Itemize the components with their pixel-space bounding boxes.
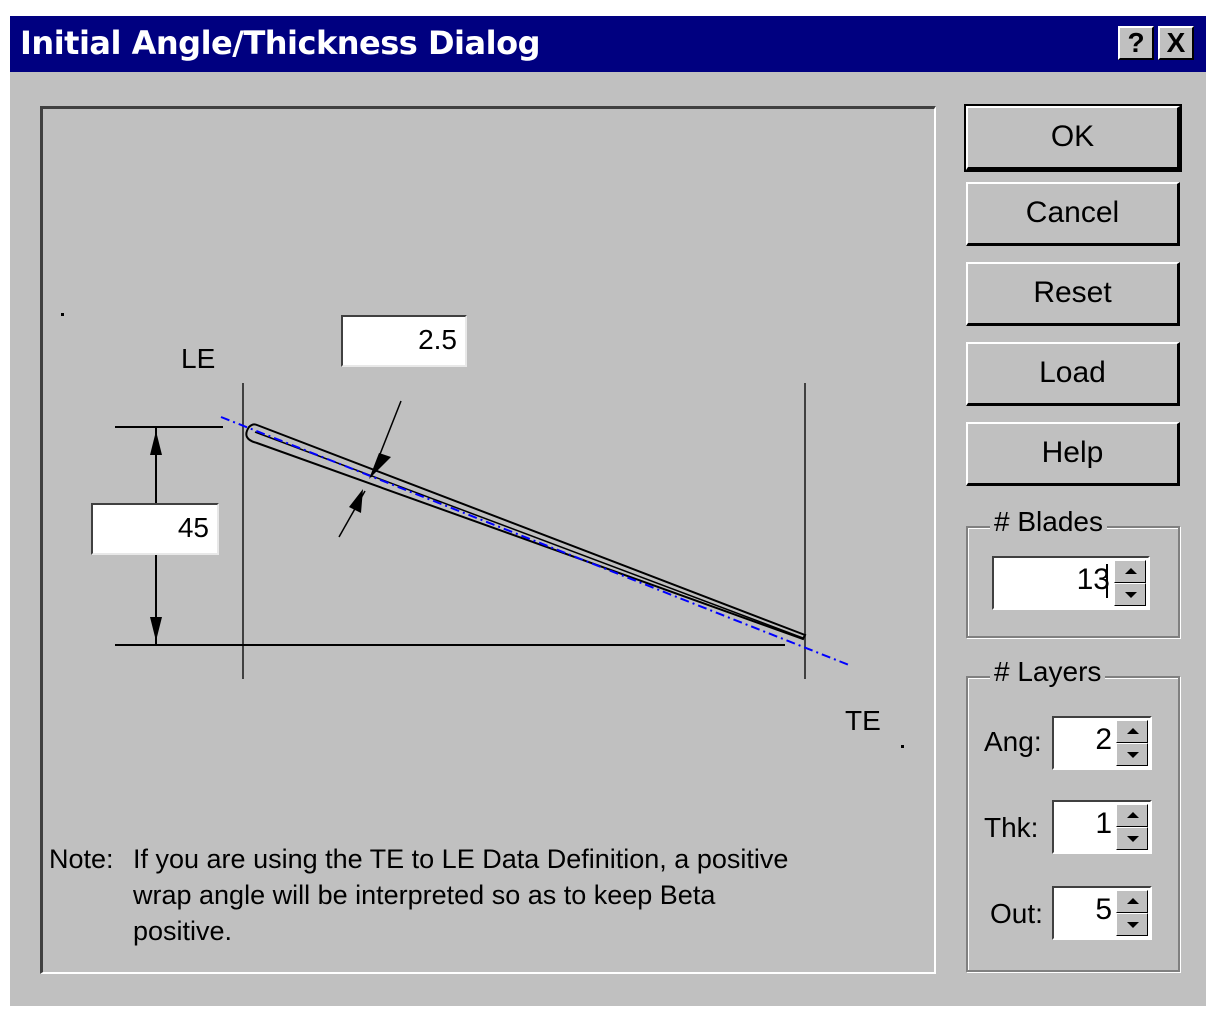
dialog-title: Initial Angle/Thickness Dialog [20, 24, 540, 62]
title-bar[interactable]: Initial Angle/Thickness Dialog ? X [10, 16, 1206, 72]
up-arrow-icon [150, 431, 162, 455]
thk-decrement-button[interactable] [1116, 827, 1148, 850]
ang-spinner-arrows [1116, 720, 1148, 766]
out-increment-button[interactable] [1116, 890, 1148, 913]
layers-group: # Layers Ang: 2 Thk: 1 Out: 5 [966, 656, 1180, 972]
ok-button[interactable]: OK [964, 104, 1182, 172]
out-spinner[interactable]: 5 [1052, 886, 1152, 940]
out-label: Out: [990, 898, 1043, 929]
down-arrow-icon [150, 617, 162, 641]
down-arrow-icon [1125, 591, 1137, 598]
thickness-input[interactable]: 2.5 [341, 315, 467, 367]
note-line-3: positive. [133, 916, 233, 946]
blade-inner-line [254, 431, 804, 639]
down-arrow-icon [1127, 751, 1139, 758]
blades-spinner[interactable]: 13 [992, 556, 1150, 610]
blades-increment-button[interactable] [1114, 560, 1146, 583]
cancel-button[interactable]: Cancel [966, 182, 1180, 246]
up-arrow-icon [349, 489, 363, 513]
up-arrow-icon [1127, 811, 1139, 818]
out-value[interactable]: 5 [1095, 888, 1112, 932]
te-label: TE [845, 705, 881, 736]
thk-increment-button[interactable] [1116, 804, 1148, 827]
note-line-2: wrap angle will be interpreted so as to … [133, 880, 716, 910]
note-text: Note: If you are using the TE to LE Data … [49, 841, 909, 949]
reset-button[interactable]: Reset [966, 262, 1180, 326]
ang-increment-button[interactable] [1116, 720, 1148, 743]
ang-spinner[interactable]: 2 [1052, 716, 1152, 770]
blades-group-title: # Blades [990, 506, 1107, 538]
note-prefix: Note: [49, 844, 114, 874]
layers-group-title: # Layers [990, 656, 1106, 688]
out-decrement-button[interactable] [1116, 913, 1148, 936]
blade-diagram-panel: 2.5 45 LE TE Note: If you are using the T… [40, 106, 936, 974]
out-spinner-arrows [1116, 890, 1148, 936]
help-button[interactable]: Help [966, 422, 1180, 486]
close-icon[interactable]: X [1158, 26, 1194, 60]
blades-decrement-button[interactable] [1114, 583, 1146, 606]
note-line-1: If you are using the TE to LE Data Defin… [133, 844, 789, 874]
up-arrow-icon [1127, 727, 1139, 734]
text-caret [1106, 564, 1108, 598]
le-label: LE [181, 343, 216, 374]
up-arrow-icon [1125, 567, 1137, 574]
ang-decrement-button[interactable] [1116, 743, 1148, 766]
ang-label: Ang: [984, 726, 1042, 757]
thk-label: Thk: [984, 812, 1039, 843]
angle-input[interactable]: 45 [91, 503, 219, 555]
down-arrow-icon [1127, 835, 1139, 842]
blades-value[interactable]: 13 [1077, 558, 1110, 602]
blades-spinner-arrows [1114, 560, 1146, 606]
dialog-window: Initial Angle/Thickness Dialog ? X 2.5 4… [10, 16, 1206, 1006]
help-icon[interactable]: ? [1118, 26, 1154, 60]
dot-mark [61, 313, 64, 316]
thk-value[interactable]: 1 [1095, 802, 1112, 846]
camber-line [220, 416, 850, 666]
down-arrow-icon [1127, 921, 1139, 928]
ang-value[interactable]: 2 [1095, 718, 1112, 762]
blades-group: # Blades 13 [966, 506, 1180, 638]
thk-spinner-arrows [1116, 804, 1148, 850]
dot-mark [901, 745, 904, 748]
load-button[interactable]: Load [966, 342, 1180, 406]
up-arrow-icon [1127, 897, 1139, 904]
thk-spinner[interactable]: 1 [1052, 800, 1152, 854]
